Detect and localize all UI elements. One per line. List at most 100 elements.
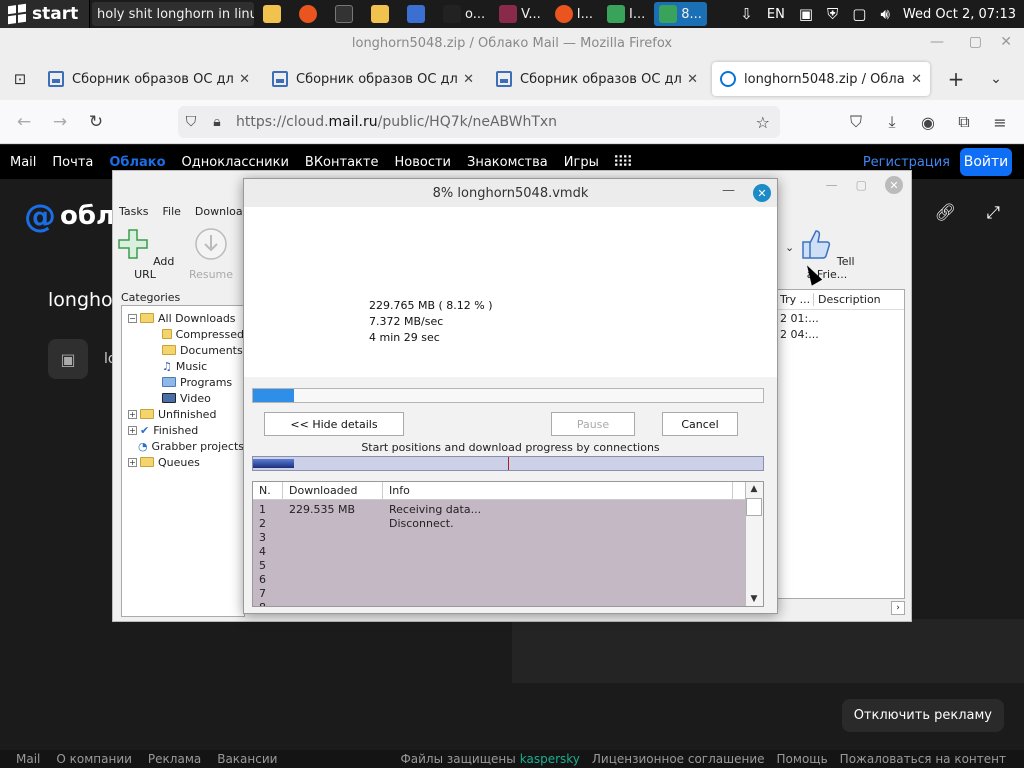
taskbar-item-files[interactable] [258, 2, 290, 26]
tab-os-images-1[interactable]: Сборник образов ОС для В ✕ [40, 62, 258, 96]
column-header-number[interactable]: N. [253, 482, 283, 500]
account-icon[interactable]: ◉ [910, 113, 946, 132]
shield-icon[interactable]: ⛨ [827, 5, 838, 23]
disable-ads-button[interactable]: Отключить рекламу [841, 699, 1004, 732]
portal-link-mail[interactable]: Mail [10, 155, 36, 170]
url-bar[interactable]: ⛉ 🔒︎ https://cloud.mail.ru/public/HQ7k/n… [178, 106, 780, 138]
idm-tray-icon[interactable]: ⇩ [740, 5, 753, 23]
tab-os-images-3[interactable]: Сборник образов ОС для В ✕ [488, 62, 706, 96]
maximize-icon[interactable]: ▢ [969, 34, 982, 50]
menu-tasks[interactable]: Tasks [119, 205, 148, 218]
table-row[interactable]: 1 229.535 MB Receiving data... [253, 502, 745, 516]
tab-close-icon[interactable]: ✕ [687, 72, 698, 87]
tree-compressed[interactable]: Compressed [122, 326, 244, 342]
footer-link-about[interactable]: О компании [56, 752, 132, 766]
minimize-icon[interactable]: — [722, 183, 735, 198]
chevron-down-icon[interactable]: ⌄ [785, 241, 794, 254]
taskbar-item-terminal[interactable] [330, 2, 362, 26]
tree-unfinished[interactable]: + Unfinished [122, 406, 244, 422]
fullscreen-icon[interactable]: ⤢ [986, 203, 1000, 223]
taskbar-item-app[interactable] [402, 2, 434, 26]
footer-link-ads[interactable]: Реклама [148, 752, 201, 766]
table-row[interactable]: 4 [253, 544, 745, 558]
table-row[interactable]: 6 [253, 572, 745, 586]
bookmark-star-icon[interactable]: ☆ [756, 113, 770, 132]
shield-icon[interactable]: ⛉ [178, 114, 204, 130]
resume-button[interactable]: Resume [181, 227, 241, 281]
forward-icon[interactable]: → [42, 112, 78, 132]
tab-close-icon[interactable]: ✕ [239, 72, 250, 87]
minimize-icon[interactable]: — [826, 178, 838, 192]
chevron-down-icon[interactable]: ⌄ [976, 71, 1016, 87]
downloads-icon[interactable]: ⤓ [874, 112, 910, 132]
portal-link-news[interactable]: Новости [394, 155, 451, 170]
reload-icon[interactable]: ↻ [78, 112, 114, 132]
tab-close-icon[interactable]: ✕ [463, 72, 474, 87]
portal-link-dating[interactable]: Знакомства [467, 155, 548, 170]
scroll-down-icon[interactable]: ▼ [746, 592, 762, 606]
login-button[interactable]: Войти [960, 148, 1012, 176]
pause-button[interactable]: Pause [551, 412, 635, 436]
tree-all-downloads[interactable]: − All Downloads [122, 310, 244, 326]
volume-icon[interactable]: 🔊︎ [880, 5, 889, 23]
new-tab-icon[interactable]: + [936, 67, 976, 91]
cancel-button[interactable]: Cancel [662, 412, 738, 436]
list-all-tabs-icon[interactable]: ⊡ [0, 70, 40, 88]
portal-link-cloud[interactable]: Облако [109, 155, 165, 170]
footer-link-jobs[interactable]: Вакансии [217, 752, 277, 766]
table-row[interactable]: 3 [253, 530, 745, 544]
list-item[interactable]: 2 01:... [776, 310, 904, 326]
kaspersky-logo[interactable]: kaspersky [520, 752, 580, 766]
table-row[interactable]: 5 [253, 558, 745, 572]
taskbar-item-i2[interactable]: I... [602, 2, 650, 26]
column-header-last-try[interactable]: Try ... [776, 293, 814, 306]
vertical-scrollbar[interactable]: ▲ ▼ [745, 482, 763, 606]
add-url-button[interactable]: Add URL [115, 227, 175, 281]
horizontal-scrollbar[interactable]: › [775, 599, 905, 617]
hide-details-button[interactable]: << Hide details [264, 412, 404, 436]
taskbar-item-o[interactable]: o... [438, 2, 490, 26]
apps-grid-icon[interactable]: ⠿⠿ [613, 153, 633, 171]
taskbar-item-8[interactable]: 8... [654, 2, 707, 26]
extensions-icon[interactable]: ⧉ [946, 112, 982, 132]
portal-link-games[interactable]: Игры [564, 155, 599, 170]
tree-documents[interactable]: Documents [122, 342, 244, 358]
close-icon[interactable]: ✕ [1000, 34, 1012, 50]
minimize-icon[interactable]: — [930, 34, 944, 50]
footer-link-report[interactable]: Пожаловаться на контент [840, 752, 1006, 766]
tree-grabber-projects[interactable]: ◔ Grabber projects [122, 438, 244, 454]
window-icon[interactable]: ▢ [852, 5, 866, 23]
pocket-icon[interactable]: ⛉ [838, 112, 874, 132]
url-text[interactable]: https://cloud.mail.ru/public/HQ7k/neABWh… [236, 114, 557, 130]
menu-file[interactable]: File [162, 205, 180, 218]
column-header-downloaded[interactable]: Downloaded [283, 482, 383, 500]
register-link[interactable]: Регистрация [863, 155, 950, 170]
tree-queues[interactable]: + Queues [122, 454, 244, 470]
scroll-up-icon[interactable]: ▲ [746, 482, 762, 496]
back-icon[interactable]: ← [6, 112, 42, 132]
tree-finished[interactable]: + ✔ Finished [122, 422, 244, 438]
menu-icon[interactable]: ≡ [982, 113, 1018, 132]
taskbar-item-i1[interactable]: I... [550, 2, 598, 26]
tab-os-images-2[interactable]: Сборник образов ОС для В ✕ [264, 62, 482, 96]
tree-music[interactable]: ♫ Music [122, 358, 244, 374]
portal-link-ok[interactable]: Одноклассники [182, 155, 289, 170]
column-header-info[interactable]: Info [383, 482, 733, 500]
taskbar-item-v[interactable]: V... [494, 2, 546, 26]
link-icon[interactable]: 🔗︎ [935, 203, 957, 223]
taskbar-item-terminal-title[interactable]: holy shit longhorn in linux [92, 2, 254, 26]
close-icon[interactable]: ✕ [885, 176, 903, 194]
taskbar-item-folder[interactable] [366, 2, 398, 26]
tree-video[interactable]: Video [122, 390, 244, 406]
taskbar-item-ubuntu[interactable] [294, 2, 326, 26]
scroll-thumb[interactable] [746, 498, 762, 516]
tab-longhorn-zip[interactable]: longhorn5048.zip / Облако ✕ [712, 62, 930, 96]
start-button[interactable]: start [0, 0, 90, 28]
lock-icon[interactable]: 🔒︎ [204, 114, 230, 130]
language-indicator[interactable]: EN [767, 7, 785, 22]
table-row[interactable]: 2 Disconnect. [253, 516, 745, 530]
tab-close-icon[interactable]: ✕ [911, 72, 922, 87]
footer-link-help[interactable]: Помощь [777, 752, 828, 766]
table-row[interactable]: 7 [253, 586, 745, 600]
clipboard-icon[interactable]: ▣ [799, 5, 813, 23]
